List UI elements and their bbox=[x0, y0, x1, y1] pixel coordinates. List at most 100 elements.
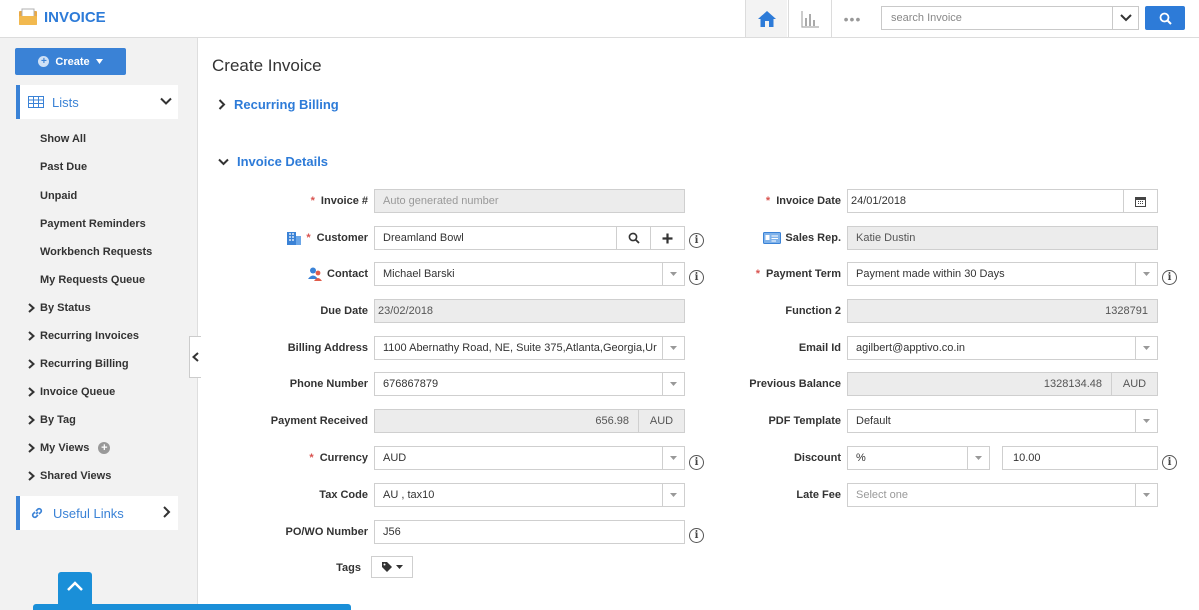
useful-links-header[interactable]: Useful Links bbox=[16, 496, 178, 530]
discount-type-select[interactable]: % bbox=[847, 446, 990, 470]
customer-field[interactable]: Dreamland Bowl bbox=[374, 226, 618, 250]
email-value: agilbert@apptivo.co.in bbox=[856, 342, 966, 354]
phone-number-select[interactable]: 676867879 bbox=[374, 372, 685, 396]
bottom-status-bar bbox=[33, 604, 351, 610]
contact-label: Contact bbox=[240, 262, 368, 286]
dropdown-caret[interactable] bbox=[967, 447, 989, 469]
pdf-template-label: PDF Template bbox=[768, 415, 841, 427]
collapse-sidebar-button[interactable] bbox=[189, 336, 201, 378]
nav-group-shared-views[interactable]: Shared Views bbox=[28, 470, 111, 482]
home-button[interactable] bbox=[745, 0, 787, 37]
payment-term-value: Payment made within 30 Days bbox=[856, 268, 1005, 280]
required-marker: * bbox=[755, 268, 760, 280]
recurring-billing-section-toggle[interactable]: Recurring Billing bbox=[218, 97, 339, 112]
home-icon bbox=[757, 10, 776, 27]
po-wo-info-icon[interactable]: i bbox=[689, 528, 704, 543]
caret-down-icon bbox=[1143, 493, 1150, 497]
billing-address-value: 1100 Abernathy Road, NE, Suite 375,Atlan… bbox=[383, 342, 657, 354]
lists-panel-header[interactable]: Lists bbox=[16, 85, 178, 119]
search-input[interactable] bbox=[882, 7, 1112, 29]
search-button[interactable] bbox=[1145, 6, 1185, 30]
contact-select[interactable]: Michael Barski bbox=[374, 262, 685, 286]
label-text: Invoice # bbox=[320, 195, 368, 207]
email-id-select[interactable]: agilbert@apptivo.co.in bbox=[847, 336, 1158, 360]
nav-payment-reminders[interactable]: Payment Reminders bbox=[40, 218, 146, 230]
id-card-icon bbox=[763, 232, 782, 244]
previous-balance-label: Previous Balance bbox=[749, 378, 841, 390]
dropdown-caret[interactable] bbox=[662, 337, 684, 359]
chevron-left-icon bbox=[192, 352, 199, 362]
dropdown-caret[interactable] bbox=[1135, 410, 1157, 432]
nav-group-label: By Tag bbox=[40, 414, 76, 426]
dropdown-caret[interactable] bbox=[662, 484, 684, 506]
nav-group-by-status[interactable]: By Status bbox=[28, 302, 91, 314]
due-date-field: 23/02/2018 bbox=[374, 299, 685, 323]
nav-group-recurring-invoices[interactable]: Recurring Invoices bbox=[28, 330, 139, 342]
invoice-details-section-toggle[interactable]: Invoice Details bbox=[218, 154, 328, 169]
currency-label: * Currency bbox=[240, 446, 368, 470]
search-dropdown[interactable] bbox=[1112, 7, 1138, 29]
nav-past-due[interactable]: Past Due bbox=[40, 161, 87, 173]
payment-term-select[interactable]: Payment made within 30 Days bbox=[847, 262, 1158, 286]
section-title: Recurring Billing bbox=[234, 97, 339, 112]
nav-unpaid[interactable]: Unpaid bbox=[40, 190, 77, 202]
tax-code-select[interactable]: AU , tax10 bbox=[374, 483, 685, 507]
useful-links-label: Useful Links bbox=[53, 505, 124, 521]
chevron-right-icon bbox=[28, 415, 35, 425]
discount-value-field[interactable]: 10.00 bbox=[1002, 446, 1158, 470]
dropdown-caret[interactable] bbox=[662, 373, 684, 395]
nav-workbench-requests[interactable]: Workbench Requests bbox=[40, 246, 152, 258]
nav-group-label: Invoice Queue bbox=[40, 386, 116, 398]
customer-search-button[interactable] bbox=[616, 226, 651, 250]
create-label: Create bbox=[55, 55, 90, 68]
calendar-icon bbox=[1135, 196, 1146, 207]
currency-select[interactable]: AUD bbox=[374, 446, 685, 470]
function-2-label: Function 2 bbox=[785, 305, 841, 317]
invoice-app-icon bbox=[19, 8, 37, 25]
currency-unit: AUD bbox=[638, 410, 684, 432]
label-text: Payment Term bbox=[766, 268, 841, 280]
caret-down-icon bbox=[670, 456, 677, 460]
nav-group-recurring-billing[interactable]: Recurring Billing bbox=[28, 358, 129, 370]
dropdown-caret[interactable] bbox=[662, 263, 684, 285]
search-icon bbox=[1159, 12, 1172, 25]
reports-button[interactable] bbox=[788, 0, 830, 37]
dropdown-caret[interactable] bbox=[1135, 484, 1157, 506]
label-text: Customer bbox=[316, 232, 368, 244]
discount-info-icon[interactable]: i bbox=[1162, 455, 1177, 470]
pdf-template-select[interactable]: Default bbox=[847, 409, 1158, 433]
caret-down-icon bbox=[670, 382, 677, 386]
dropdown-caret[interactable] bbox=[662, 447, 684, 469]
nav-show-all[interactable]: Show All bbox=[40, 133, 86, 145]
po-wo-number-label: PO/WO Number bbox=[285, 526, 368, 538]
app-title[interactable]: INVOICE bbox=[44, 9, 106, 26]
function-2-field: 1328791 bbox=[847, 299, 1158, 323]
create-button[interactable]: + Create bbox=[15, 48, 126, 75]
more-button[interactable]: ••• bbox=[831, 0, 873, 37]
payment-term-info-icon[interactable]: i bbox=[1162, 270, 1177, 285]
late-fee-select[interactable]: Select one bbox=[847, 483, 1158, 507]
section-title: Invoice Details bbox=[237, 154, 329, 169]
table-icon bbox=[28, 96, 44, 108]
calendar-button[interactable] bbox=[1123, 190, 1157, 212]
billing-address-select[interactable]: 1100 Abernathy Road, NE, Suite 375,Atlan… bbox=[374, 336, 685, 360]
nav-group-invoice-queue[interactable]: Invoice Queue bbox=[28, 386, 115, 398]
email-id-label: Email Id bbox=[798, 342, 841, 354]
caret-down-icon bbox=[95, 59, 103, 64]
tag-icon bbox=[382, 562, 392, 572]
dropdown-caret[interactable] bbox=[1135, 263, 1157, 285]
po-wo-number-field[interactable]: J56 bbox=[374, 520, 685, 544]
contact-people-icon bbox=[308, 267, 323, 281]
lists-label: Lists bbox=[52, 94, 79, 110]
payment-term-label: * Payment Term bbox=[700, 262, 841, 286]
nav-group-by-tag[interactable]: By Tag bbox=[28, 414, 76, 426]
dropdown-caret[interactable] bbox=[1135, 337, 1157, 359]
late-fee-placeholder: Select one bbox=[856, 489, 908, 501]
nav-my-requests-queue[interactable]: My Requests Queue bbox=[40, 274, 145, 286]
add-customer-button[interactable] bbox=[650, 226, 685, 250]
invoice-date-field[interactable]: 24/01/2018 bbox=[847, 189, 1158, 213]
tags-dropdown-button[interactable] bbox=[371, 556, 413, 578]
nav-group-my-views[interactable]: My Views + bbox=[28, 442, 111, 454]
add-view-icon[interactable]: + bbox=[98, 442, 111, 454]
more-dots-icon: ••• bbox=[843, 10, 862, 27]
